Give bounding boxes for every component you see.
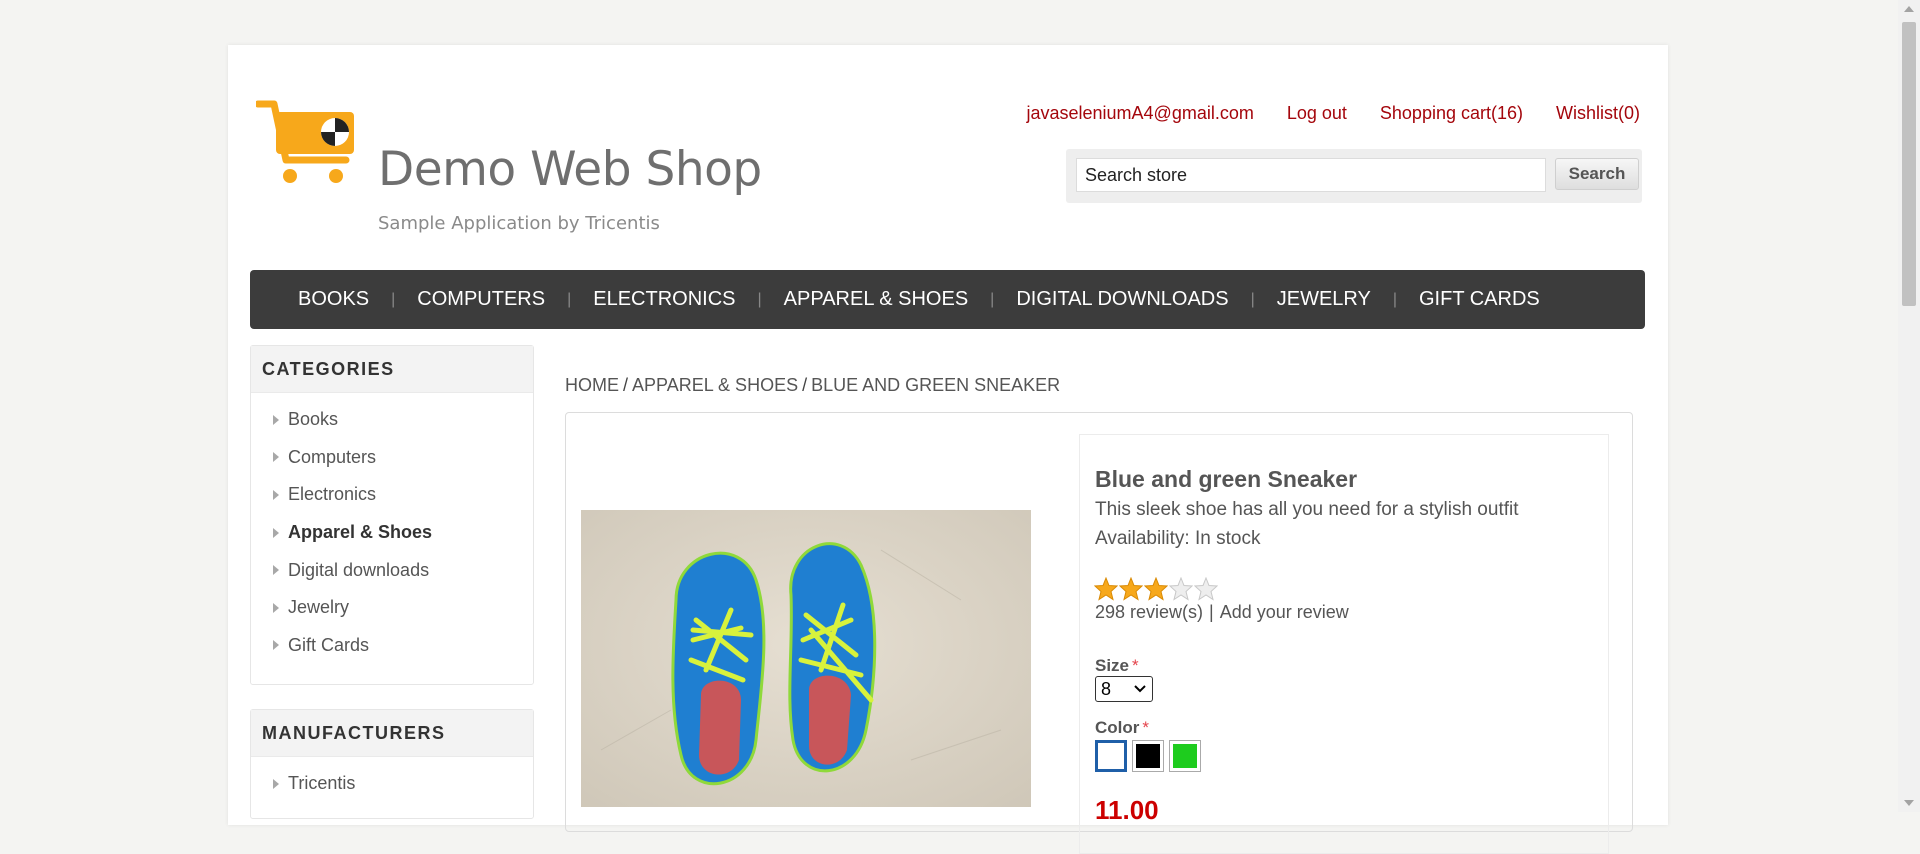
scroll-thumb[interactable] bbox=[1902, 22, 1916, 306]
reviews-count-link[interactable]: 298 review(s) bbox=[1095, 602, 1203, 622]
wishlist-link[interactable]: Wishlist(0) bbox=[1556, 103, 1640, 124]
color-label: Color * bbox=[1095, 718, 1149, 738]
category-computers[interactable]: Computers bbox=[251, 439, 533, 477]
menu-item-digital-downloads[interactable]: DIGITAL DOWNLOADS bbox=[994, 288, 1250, 311]
category-digital-downloads[interactable]: Digital downloads bbox=[251, 551, 533, 589]
account-link[interactable]: javaseleniumA4@gmail.com bbox=[1026, 103, 1253, 124]
category-books[interactable]: Books bbox=[251, 401, 533, 439]
required-mark: * bbox=[1142, 718, 1150, 737]
shopping-cart-link[interactable]: Shopping cart(16) bbox=[1380, 103, 1523, 124]
product-image[interactable] bbox=[581, 510, 1031, 807]
manufacturers-block: MANUFACTURERS Tricentis bbox=[250, 709, 534, 819]
menu-item-electronics[interactable]: ELECTRONICS bbox=[571, 288, 757, 311]
arrow-right-icon bbox=[273, 778, 279, 789]
breadcrumb: HOME / APPAREL & SHOES / BLUE AND GREEN SNEA… bbox=[565, 375, 1060, 396]
logo-subtitle: Sample Application by Tricentis bbox=[378, 213, 660, 234]
separator: | bbox=[1209, 602, 1214, 622]
menu-item-apparel-shoes[interactable]: APPAREL & SHOES bbox=[762, 288, 991, 311]
category-label: Gift Cards bbox=[288, 634, 370, 655]
color-swatch-black[interactable] bbox=[1132, 740, 1164, 772]
color-swatch-white[interactable] bbox=[1095, 740, 1127, 772]
manufacturer-label: Tricentis bbox=[288, 773, 356, 794]
color-label-text: Color bbox=[1095, 718, 1140, 737]
search-button[interactable]: Search bbox=[1555, 158, 1639, 190]
chevron-down-icon bbox=[1134, 685, 1146, 693]
category-label: Books bbox=[288, 409, 339, 430]
category-gift-cards[interactable]: Gift Cards bbox=[251, 627, 533, 665]
reviews-line: 298 review(s) | Add your review bbox=[1095, 602, 1349, 623]
breadcrumb-separator: / bbox=[623, 375, 629, 395]
arrow-right-icon bbox=[273, 414, 279, 425]
manufacturers-title: MANUFACTURERS bbox=[251, 710, 533, 757]
category-label: Apparel & Shoes bbox=[288, 522, 433, 543]
scroll-up-arrow-icon[interactable] bbox=[1904, 6, 1914, 12]
site-logo[interactable]: Demo Web Shop Sample Application by Tric… bbox=[256, 100, 762, 240]
product-description: This sleek shoe has all you need for a s… bbox=[1095, 499, 1519, 520]
star-filled-icon bbox=[1119, 577, 1143, 601]
arrow-right-icon bbox=[273, 527, 279, 538]
size-select[interactable]: 8 bbox=[1095, 676, 1153, 702]
menu-item-computers[interactable]: COMPUTERS bbox=[395, 288, 567, 311]
star-filled-icon bbox=[1144, 577, 1168, 601]
product-availability: Availability: In stock bbox=[1095, 528, 1261, 549]
arrow-right-icon bbox=[273, 489, 279, 500]
page-container: Demo Web Shop Sample Application by Tric… bbox=[228, 45, 1668, 854]
categories-list: Books Computers Electronics Apparel & Sh… bbox=[251, 393, 533, 664]
category-label: Computers bbox=[288, 446, 377, 467]
product-name: Blue and green Sneaker bbox=[1095, 466, 1358, 492]
swatch-color bbox=[1173, 744, 1197, 768]
search-box: Search bbox=[1066, 149, 1642, 203]
scroll-down-arrow-icon[interactable] bbox=[1904, 800, 1914, 806]
size-label: Size * bbox=[1095, 656, 1139, 676]
add-review-link[interactable]: Add your review bbox=[1220, 602, 1349, 622]
shopping-cart-logo-icon bbox=[256, 100, 354, 183]
header-links: javaseleniumA4@gmail.com Log out Shoppin… bbox=[1026, 103, 1640, 124]
star-filled-icon bbox=[1094, 577, 1118, 601]
category-label: Jewelry bbox=[288, 597, 350, 618]
swatch-color bbox=[1136, 744, 1160, 768]
category-jewelry[interactable]: Jewelry bbox=[251, 589, 533, 627]
category-apparel-shoes[interactable]: Apparel & Shoes bbox=[251, 514, 533, 552]
required-mark: * bbox=[1132, 656, 1139, 675]
category-electronics[interactable]: Electronics bbox=[251, 476, 533, 514]
star-empty-icon bbox=[1194, 577, 1218, 601]
category-label: Digital downloads bbox=[288, 559, 430, 580]
logout-link[interactable]: Log out bbox=[1287, 103, 1347, 124]
product-price: 11.00 bbox=[1095, 795, 1159, 825]
manufacturers-list: Tricentis bbox=[251, 757, 533, 803]
arrow-right-icon bbox=[273, 452, 279, 463]
size-label-text: Size bbox=[1095, 656, 1130, 675]
arrow-right-icon bbox=[273, 602, 279, 613]
size-select-value: 8 bbox=[1101, 678, 1112, 699]
menu-item-gift-cards[interactable]: GIFT CARDS bbox=[1397, 288, 1562, 311]
star-empty-icon bbox=[1169, 577, 1193, 601]
menu-item-jewelry[interactable]: JEWELRY bbox=[1255, 288, 1393, 311]
color-swatch-green[interactable] bbox=[1169, 740, 1201, 772]
breadcrumb-current: BLUE AND GREEN SNEAKER bbox=[811, 375, 1061, 395]
category-label: Electronics bbox=[288, 484, 377, 505]
manufacturer-tricentis[interactable]: Tricentis bbox=[251, 765, 533, 803]
breadcrumb-category[interactable]: APPAREL & SHOES bbox=[632, 375, 798, 395]
breadcrumb-home[interactable]: HOME bbox=[565, 375, 619, 395]
menu-item-books[interactable]: BOOKS bbox=[276, 288, 391, 311]
top-menu: BOOKS | COMPUTERS | ELECTRONICS | APPARE… bbox=[250, 270, 1645, 329]
logo-title: Demo Web Shop bbox=[378, 142, 762, 197]
search-input[interactable] bbox=[1076, 158, 1546, 192]
swatch-color bbox=[1099, 744, 1123, 768]
breadcrumb-separator: / bbox=[802, 375, 808, 395]
arrow-right-icon bbox=[273, 565, 279, 576]
categories-title: CATEGORIES bbox=[251, 346, 533, 393]
vertical-scrollbar[interactable] bbox=[1898, 0, 1920, 812]
categories-block: CATEGORIES Books Computers Electronics A… bbox=[250, 345, 534, 685]
arrow-right-icon bbox=[273, 640, 279, 651]
rating-stars bbox=[1094, 577, 1218, 601]
product-overview: Blue and green Sneaker This sleek shoe h… bbox=[1079, 434, 1609, 854]
